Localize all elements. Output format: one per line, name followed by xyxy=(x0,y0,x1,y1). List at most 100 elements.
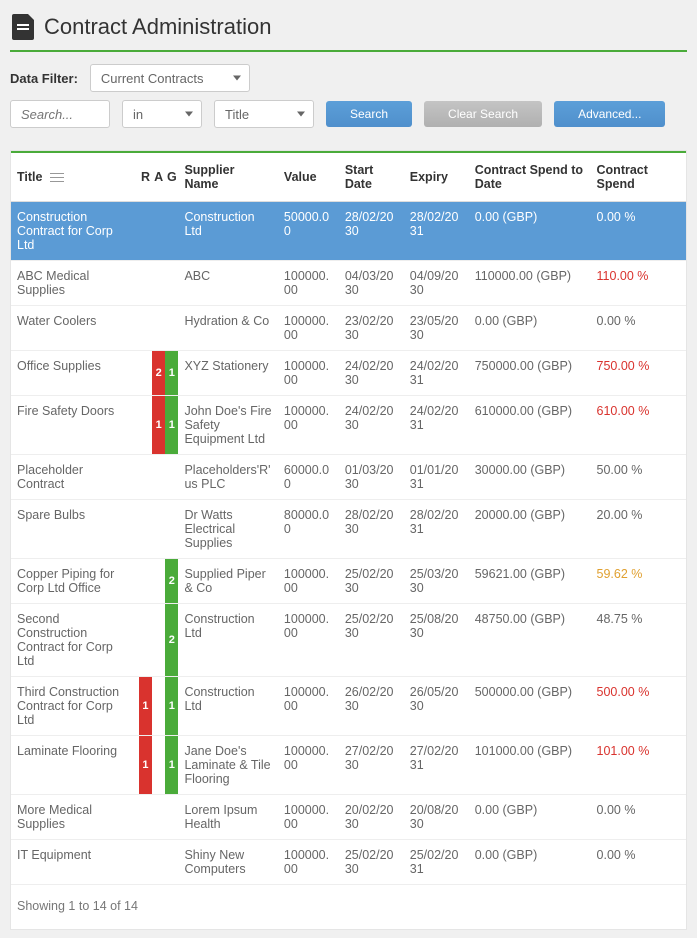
cell-supplier: Construction Ltd xyxy=(178,202,277,261)
col-supplier[interactable]: Supplier Name xyxy=(178,153,277,202)
table-row[interactable]: Laminate Flooring11Jane Doe's Laminate &… xyxy=(11,736,686,795)
cell-pct: 0.00 % xyxy=(591,306,686,351)
cell-title: Placeholder Contract xyxy=(11,455,139,500)
cell-pct: 20.00 % xyxy=(591,500,686,559)
cell-value: 100000.00 xyxy=(278,795,339,840)
cell-spend: 0.00 (GBP) xyxy=(469,202,591,261)
cell-spend: 0.00 (GBP) xyxy=(469,306,591,351)
cell-spend: 48750.00 (GBP) xyxy=(469,604,591,677)
cell-pct: 0.00 % xyxy=(591,840,686,885)
cell-value: 100000.00 xyxy=(278,736,339,795)
cell-value: 100000.00 xyxy=(278,306,339,351)
cell-start: 24/02/2030 xyxy=(339,351,404,396)
col-r[interactable]: R xyxy=(139,153,152,202)
advanced-button[interactable]: Advanced... xyxy=(554,101,665,127)
cell-spend: 110000.00 (GBP) xyxy=(469,261,591,306)
table-row[interactable]: ABC Medical SuppliesABC100000.0004/03/20… xyxy=(11,261,686,306)
cell-supplier: Construction Ltd xyxy=(178,604,277,677)
rag-cell xyxy=(165,795,178,840)
cell-start: 27/02/2030 xyxy=(339,736,404,795)
cell-expiry: 25/02/2031 xyxy=(404,840,469,885)
data-filter-select[interactable]: Current Contracts xyxy=(90,64,250,92)
cell-expiry: 24/02/2031 xyxy=(404,396,469,455)
table-row[interactable]: Fire Safety Doors11John Doe's Fire Safet… xyxy=(11,396,686,455)
rag-cell xyxy=(165,261,178,306)
cell-start: 20/02/2030 xyxy=(339,795,404,840)
cell-spend: 20000.00 (GBP) xyxy=(469,500,591,559)
cell-spend: 0.00 (GBP) xyxy=(469,795,591,840)
cell-expiry: 25/08/2030 xyxy=(404,604,469,677)
col-start[interactable]: Start Date xyxy=(339,153,404,202)
table-row[interactable]: Spare BulbsDr Watts Electrical Supplies8… xyxy=(11,500,686,559)
cell-start: 26/02/2030 xyxy=(339,677,404,736)
cell-supplier: John Doe's Fire Safety Equipment Ltd xyxy=(178,396,277,455)
cell-pct: 48.75 % xyxy=(591,604,686,677)
rag-cell xyxy=(165,840,178,885)
search-input[interactable] xyxy=(10,100,110,128)
col-title[interactable]: Title xyxy=(11,153,139,202)
col-value[interactable]: Value xyxy=(278,153,339,202)
rag-cell xyxy=(165,455,178,500)
search-operator-select[interactable]: in xyxy=(122,100,202,128)
table-row[interactable]: Construction Contract for Corp LtdConstr… xyxy=(11,202,686,261)
rag-cell xyxy=(139,559,152,604)
table-row[interactable]: Third Construction Contract for Corp Ltd… xyxy=(11,677,686,736)
rag-cell xyxy=(152,559,165,604)
cell-expiry: 25/03/2030 xyxy=(404,559,469,604)
table-row[interactable]: Second Construction Contract for Corp Lt… xyxy=(11,604,686,677)
table-row[interactable]: Office Supplies21XYZ Stationery100000.00… xyxy=(11,351,686,396)
cell-expiry: 24/02/2031 xyxy=(404,351,469,396)
document-icon xyxy=(12,14,34,40)
rag-cell: 1 xyxy=(139,736,152,795)
table-row[interactable]: Placeholder ContractPlaceholders'R'us PL… xyxy=(11,455,686,500)
cell-pct: 101.00 % xyxy=(591,736,686,795)
chevron-down-icon xyxy=(185,112,193,117)
table-row[interactable]: Copper Piping for Corp Ltd Office2Suppli… xyxy=(11,559,686,604)
cell-spend: 0.00 (GBP) xyxy=(469,840,591,885)
rag-cell xyxy=(139,396,152,455)
cell-start: 25/02/2030 xyxy=(339,840,404,885)
col-spend-pct[interactable]: Contract Spend xyxy=(591,153,686,202)
table-row[interactable]: Water CoolersHydration & Co100000.0023/0… xyxy=(11,306,686,351)
cell-start: 01/03/2030 xyxy=(339,455,404,500)
cell-pct: 750.00 % xyxy=(591,351,686,396)
rag-cell: 2 xyxy=(152,351,165,396)
table-row[interactable]: More Medical SuppliesLorem Ipsum Health1… xyxy=(11,795,686,840)
search-operator-value: in xyxy=(133,107,143,122)
rag-cell xyxy=(152,306,165,351)
cell-start: 28/02/2030 xyxy=(339,202,404,261)
rag-cell xyxy=(139,455,152,500)
header-rule xyxy=(10,50,687,52)
grid-footer: Showing 1 to 14 of 14 xyxy=(11,885,686,927)
col-spend-to-date[interactable]: Contract Spend to Date xyxy=(469,153,591,202)
cell-start: 04/03/2030 xyxy=(339,261,404,306)
clear-search-button[interactable]: Clear Search xyxy=(424,101,542,127)
col-g[interactable]: G xyxy=(165,153,178,202)
table-row[interactable]: IT EquipmentShiny New Computers100000.00… xyxy=(11,840,686,885)
cell-expiry: 23/05/2030 xyxy=(404,306,469,351)
col-expiry[interactable]: Expiry xyxy=(404,153,469,202)
rag-cell xyxy=(152,736,165,795)
col-a[interactable]: A xyxy=(152,153,165,202)
search-field-select[interactable]: Title xyxy=(214,100,314,128)
rag-cell: 1 xyxy=(139,677,152,736)
table-header-row: Title R A G Supplier Name Value Start Da… xyxy=(11,153,686,202)
cell-title: Copper Piping for Corp Ltd Office xyxy=(11,559,139,604)
cell-pct: 59.62 % xyxy=(591,559,686,604)
rag-cell xyxy=(152,604,165,677)
rag-cell xyxy=(152,202,165,261)
cell-title: Third Construction Contract for Corp Ltd xyxy=(11,677,139,736)
cell-title: Fire Safety Doors xyxy=(11,396,139,455)
cell-title: Laminate Flooring xyxy=(11,736,139,795)
cell-pct: 50.00 % xyxy=(591,455,686,500)
search-button[interactable]: Search xyxy=(326,101,412,127)
rag-cell xyxy=(165,500,178,559)
rag-cell xyxy=(152,261,165,306)
rag-cell xyxy=(139,202,152,261)
rag-cell xyxy=(139,795,152,840)
cell-expiry: 28/02/2031 xyxy=(404,202,469,261)
cell-spend: 750000.00 (GBP) xyxy=(469,351,591,396)
page-header: Contract Administration xyxy=(10,8,687,50)
cell-supplier: Construction Ltd xyxy=(178,677,277,736)
page-title: Contract Administration xyxy=(44,14,271,40)
